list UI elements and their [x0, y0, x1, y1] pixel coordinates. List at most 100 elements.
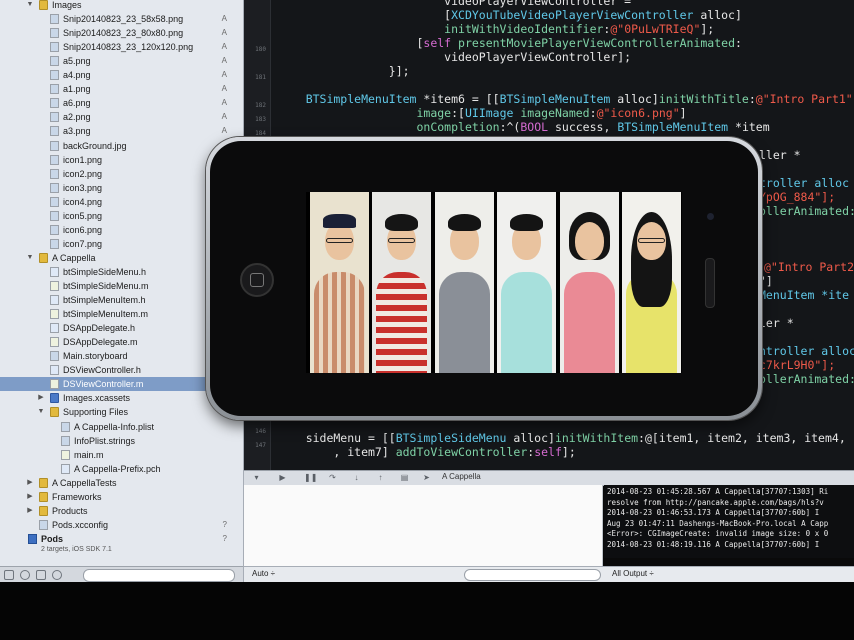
portrait-panel[interactable] [372, 192, 432, 373]
navigator-row[interactable]: Pods.xcconfig? [0, 518, 243, 532]
navigator-row[interactable]: Snip20140823_23_58x58.png A [0, 12, 243, 26]
debug-footer: Auto ÷ All Output ÷ [244, 566, 854, 583]
debug-target-label[interactable]: A Cappella [442, 472, 481, 481]
step-into-icon[interactable]: ↓ [352, 473, 361, 482]
navigator-row-label: InfoPlist.strings [74, 435, 136, 446]
code-fragment[interactable]: ntroller alloc [759, 344, 854, 358]
code-token: ] [679, 106, 687, 120]
navigator-row-label: a2.png [63, 112, 91, 123]
code-line[interactable]: initWithVideoIdentifier:@"0PuLwTRIeQ"]; [278, 22, 714, 36]
navigator-row[interactable]: main.m [0, 448, 243, 462]
code-line[interactable]: [XCDYouTubeVideoPlayerViewController all… [278, 8, 742, 22]
navigator-row[interactable]: Snip20140823_23_120x120.png A [0, 40, 243, 54]
code-line[interactable]: sideMenu = [[BTSimpleSideMenu alloc]init… [278, 431, 846, 445]
hide-debug-area-icon[interactable]: ▾ [252, 473, 261, 482]
navigator-row[interactable]: Snip20140823_23_80x80.png A [0, 26, 243, 40]
app-screen[interactable] [306, 192, 682, 373]
disclosure-triangle-icon[interactable]: ▶ [26, 504, 34, 518]
code-token: ]; [561, 445, 576, 459]
navigator-row[interactable]: ▶ Frameworks [0, 490, 243, 504]
navigator-row-label: a4.png [63, 70, 91, 81]
add-icon[interactable] [4, 570, 14, 580]
recent-files-icon[interactable] [20, 570, 30, 580]
code-token: XCDYouTubeVideoPlayerViewController [451, 8, 694, 22]
scm-status-icon[interactable] [36, 570, 46, 580]
code-token: @"0PuLwTRIeQ" [610, 22, 701, 36]
code-fragment[interactable]: MenuItem *ite [759, 288, 849, 302]
folder-icon [50, 407, 59, 418]
disclosure-triangle-icon[interactable]: ▼ [26, 251, 34, 265]
navigator-row[interactable]: a5.png A [0, 54, 243, 68]
navigator-row-label: Images [52, 0, 82, 10]
file-icon [50, 196, 59, 207]
code-line[interactable]: videoPlayerViewController]; [278, 50, 631, 64]
code-line[interactable]: }]; [278, 64, 410, 78]
console-filter-field[interactable] [464, 569, 601, 581]
disclosure-triangle-icon[interactable]: ▼ [26, 0, 34, 12]
navigator-row-label: icon4.png [63, 196, 103, 207]
breakpoints-toggle-icon[interactable]: ▶ [278, 473, 287, 482]
code-fragment[interactable]: troller alloc [759, 176, 849, 190]
code-fragment[interactable]: @"Intro Part2" [764, 260, 854, 274]
show-issues-icon[interactable] [52, 570, 62, 580]
disclosure-triangle-icon[interactable]: ▶ [37, 391, 45, 405]
folder-icon [50, 393, 59, 404]
code-line[interactable]: BTSimpleMenuItem *item6 = [[BTSimpleMenu… [278, 92, 853, 106]
code-fragment[interactable]: ollerAnimated: [759, 204, 854, 218]
navigator-row[interactable]: a6.png A [0, 96, 243, 110]
portrait-panel[interactable] [434, 192, 494, 373]
portrait-panel[interactable] [622, 192, 681, 373]
step-out-icon[interactable]: ↑ [376, 473, 385, 482]
code-token: ollerAnimated: [759, 204, 854, 218]
code-fragment[interactable]: ollerAnimated: [759, 372, 854, 386]
navigator-row[interactable]: a2.png A [0, 110, 243, 124]
portrait-panel[interactable] [310, 192, 369, 373]
code-token: [ [278, 8, 452, 22]
code-line[interactable]: onCompletion:^(BOOL success, BTSimpleMen… [278, 120, 769, 134]
navigator-row[interactable]: A Cappella-Prefix.pch [0, 462, 243, 476]
navigator-row[interactable]: ▼ Images [0, 0, 243, 12]
code-token: presentMoviePlayerViewControllerAnimated [458, 36, 735, 50]
navigator-row[interactable]: A Cappella-Info.plist [0, 420, 243, 434]
navigator-row[interactable]: ▶ Products [0, 504, 243, 518]
console-output-popup[interactable]: All Output ÷ [612, 569, 654, 578]
navigator-row[interactable]: ▼ Supporting Files [0, 405, 243, 419]
location-icon[interactable]: ➤ [422, 473, 431, 482]
console-output[interactable]: 2014-08-23 01:45:28.567 A Cappella[37707… [604, 485, 854, 558]
view-hierarchy-icon[interactable]: ▤ [400, 473, 409, 482]
navigator-row[interactable]: a3.png A [0, 124, 243, 138]
code-token: BTSimpleSideMenu [395, 431, 507, 445]
console-line: 2014-08-23 01:46:53.173 A Cappella[37707… [607, 508, 820, 517]
code-fragment[interactable]: YpOG_884"]; [759, 190, 835, 204]
file-icon [61, 449, 70, 460]
step-over-icon[interactable]: ↷ [328, 473, 337, 482]
navigator-row[interactable]: a1.png A [0, 82, 243, 96]
variables-view[interactable] [244, 485, 603, 566]
navigator-row[interactable]: backGround.jpg [0, 139, 243, 153]
code-line[interactable]: , item7] addToViewController:self]; [278, 445, 576, 459]
pause-icon[interactable]: ❚❚ [304, 473, 317, 482]
navigator-row[interactable]: a4.png A [0, 68, 243, 82]
code-line[interactable]: [self presentMoviePlayerViewControllerAn… [278, 36, 741, 50]
code-token: alloc] [506, 431, 555, 445]
code-fragment[interactable]: c7krL9H0"]; [759, 358, 835, 372]
navigator-row-label: DSAppDelegate.m [63, 337, 138, 348]
console-line: resolve from http://pancake.apple.com/ba… [607, 497, 824, 507]
debug-toolbar: ▾ ▶ ❚❚ ↷ ↓ ↑ ▤ ➤ A Cappella [244, 470, 854, 486]
file-icon [50, 70, 59, 81]
portrait-panel[interactable] [497, 192, 557, 373]
code-fragment[interactable]: ler * [759, 316, 794, 330]
disclosure-triangle-icon[interactable]: ▶ [26, 476, 34, 490]
navigator-row[interactable]: InfoPlist.strings [0, 434, 243, 448]
disclosure-triangle-icon[interactable]: ▶ [26, 490, 34, 504]
navigator-filter-field[interactable] [83, 569, 235, 582]
navigator-row[interactable]: ▶ A CappellaTests [0, 476, 243, 490]
code-fragment[interactable]: ller * [759, 148, 801, 162]
home-button[interactable] [240, 263, 274, 297]
portrait-panel[interactable] [559, 192, 619, 373]
disclosure-triangle-icon[interactable]: ▼ [37, 405, 45, 419]
variables-scope-popup[interactable]: Auto ÷ [252, 569, 275, 578]
code-line[interactable]: image:[UIImage imageNamed:@"icon6.png"] [278, 106, 687, 120]
code-line[interactable]: videoPlayerViewController = [278, 0, 638, 8]
navigator-row[interactable]: Pods? 2 targets, iOS SDK 7.1 [0, 532, 243, 553]
